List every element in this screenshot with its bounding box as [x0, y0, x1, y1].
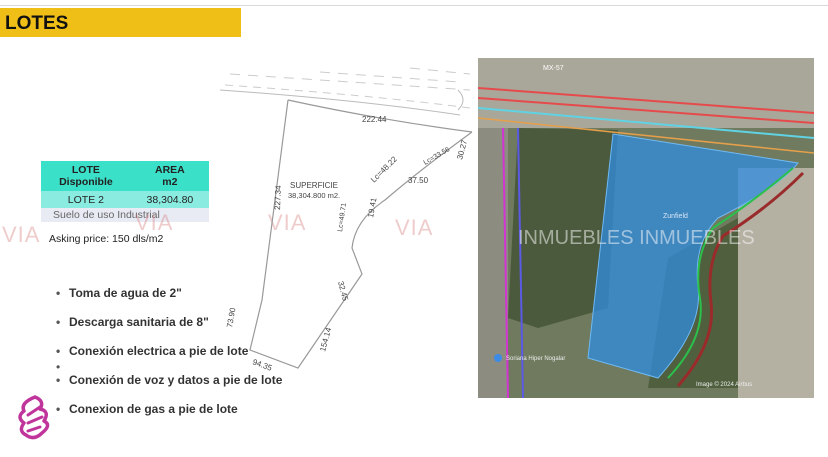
brand-logo-icon — [18, 395, 50, 440]
dim-mid-d: Lc=48.22 — [369, 154, 399, 184]
feature-item: Toma de agua de 2" — [56, 286, 282, 315]
superficie-value: 38,304.800 m2. — [288, 191, 340, 200]
field-label: Zunfield — [663, 213, 688, 220]
dim-mid-a: 32.45 — [336, 280, 350, 302]
features-list: Toma de agua de 2" Descarga sanitaria de… — [56, 286, 282, 431]
feature-item: Descarga sanitaria de 8" — [56, 315, 282, 344]
header-lot: LOTE Disponible — [41, 161, 131, 191]
dim-right-low: 154.14 — [318, 326, 333, 352]
dim-mid-c: 19.41 — [366, 197, 378, 219]
dim-top: 222.44 — [362, 115, 387, 124]
dim-mid-g: 30.27 — [455, 138, 469, 160]
land-use-row: Suelo de uso Industrial — [41, 208, 209, 222]
feature-item: Conexión electrica a pie de lote — [56, 344, 282, 373]
watermark: VIA — [135, 210, 174, 235]
pin-label: Soriana Hiper Nogalar — [506, 356, 565, 362]
feature-item: Conexion de gas a pie de lote — [56, 402, 282, 431]
road-label: MX-57 — [543, 65, 564, 72]
cell-area: 38,304.80 — [130, 191, 209, 208]
top-rule — [0, 5, 828, 6]
superficie-label: SUPERFICIE — [290, 181, 338, 190]
feature-item: Conexión de voz y datos a pie de lote — [56, 373, 282, 402]
watermark: VIA — [2, 222, 41, 247]
satellite-map: MX-57 Zunfield Soriana Hiper Nogalar Ima… — [478, 58, 814, 398]
lot-table: LOTE Disponible AREA m2 LOTE 2 38,304.80… — [41, 161, 209, 222]
dim-mid-f: Lc=33.56 — [423, 146, 452, 167]
dim-mid-b: Lc=49.71 — [337, 202, 348, 232]
page-title: LOTES — [0, 8, 241, 37]
map-watermark: INMUEBLES INMUEBLES — [518, 227, 755, 249]
lot-table-row: LOTE 2 38,304.80 — [41, 191, 209, 208]
map-credit: Image © 2024 Airbus — [696, 381, 752, 388]
land-use: Suelo de uso Industrial — [41, 208, 209, 222]
dim-mid-e: 37.50 — [408, 176, 429, 185]
cell-lot: LOTE 2 — [41, 191, 131, 208]
header-area: AREA m2 — [130, 161, 209, 191]
lot-table-header: LOTE Disponible AREA m2 — [41, 161, 209, 191]
bullet-dot: • — [56, 360, 61, 374]
dim-left: 227.34 — [273, 185, 283, 210]
